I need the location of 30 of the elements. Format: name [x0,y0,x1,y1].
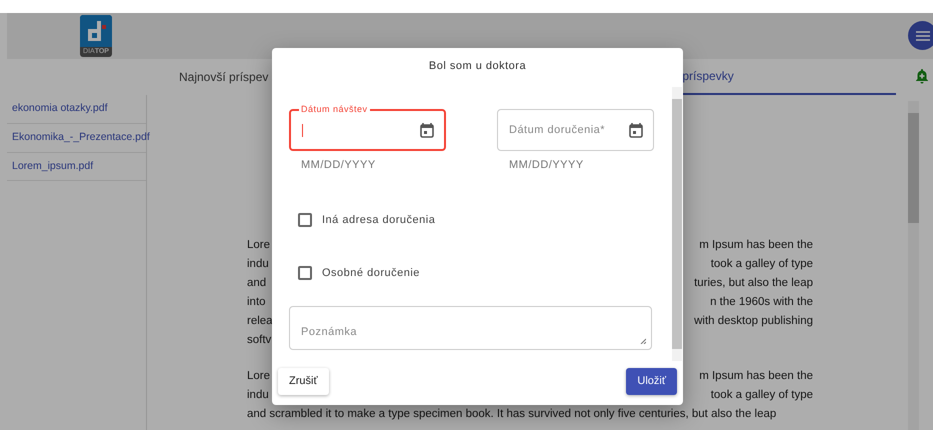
tab[interactable]: Najnovší príspev [179,59,268,95]
checkbox-label: Iná adresa doručenia [322,212,436,228]
dialog-title: Bol som u doktora [428,59,528,74]
text-line: m Ipsum has been the [699,238,813,253]
hint-text: MM/DD/YYYY [301,158,377,173]
text-line: Lore [247,238,270,253]
text-line: softv [247,333,272,348]
text-line: and scrambled it to make a type specimen book. It has survived not only five centuries, but also the leap [247,407,776,422]
note-field[interactable]: Poznámka [289,306,652,350]
file-link[interactable]: Lorem_ipsum.pdf [7,152,146,182]
file-link[interactable]: ekonomia otazky.pdf [7,95,146,124]
text-line: relea [247,314,273,329]
text-line: with desktop publishing [694,314,813,329]
checkbox-label: Osobné doručenie [322,266,420,281]
text-line: n the 1960s with the [710,295,813,310]
text-line: took a galley of type [710,388,813,403]
field-label: Dátum doručenia* [509,122,606,138]
text-line: turies, but also the leap [694,276,813,291]
text-line: indu [247,257,269,272]
text-line: indu [247,388,269,403]
text-line: into [247,295,266,310]
cancel-button[interactable]: Zrušiť [278,368,329,395]
text-line: Lore [247,369,270,384]
text-line: took a galley of type [710,257,813,272]
date-field[interactable]: Dátum doručenia* [497,109,654,151]
text-line: and [247,276,266,291]
placeholder-text: Poznámka [301,326,357,338]
save-button[interactable]: Uložiť [626,368,677,395]
hint-text: MM/DD/YYYY [509,158,585,173]
text-line: m Ipsum has been the [699,369,813,384]
